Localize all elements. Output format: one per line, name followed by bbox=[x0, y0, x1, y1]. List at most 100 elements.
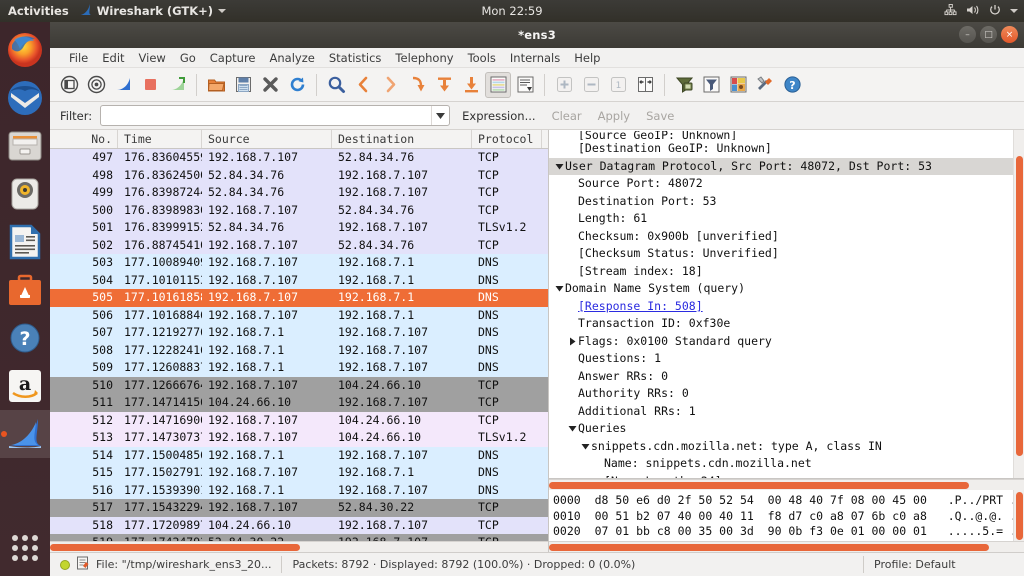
packet-row-515[interactable]: 515 177.15027913 192.168.7.107 192.168.7.1 D… bbox=[50, 464, 548, 482]
capture-filters-icon[interactable] bbox=[671, 72, 697, 98]
detail-row-2[interactable]: User Datagram Protocol, Src Port: 48072,… bbox=[549, 157, 1013, 175]
scrollbar-thumb[interactable] bbox=[549, 482, 969, 489]
detail-row-1[interactable]: [Destination GeoIP: Unknown] bbox=[549, 140, 1013, 158]
activities-button[interactable]: Activities bbox=[0, 4, 79, 18]
autoscroll-icon[interactable] bbox=[512, 72, 538, 98]
packet-bytes-dump[interactable]: 0000 d8 50 e6 d0 2f 50 52 54 00 48 40 7f… bbox=[549, 490, 1013, 541]
window-close-button[interactable]: × bbox=[1001, 26, 1018, 43]
go-first-packet-icon[interactable] bbox=[431, 72, 457, 98]
filter-dropdown-chevron-down-icon[interactable] bbox=[431, 106, 449, 125]
zoom-reset-icon[interactable]: 1 bbox=[605, 72, 631, 98]
scrollbar-thumb[interactable] bbox=[50, 544, 300, 551]
packet-row-508[interactable]: 508 177.12282416 192.168.7.1 192.168.7.107 D… bbox=[50, 341, 548, 359]
menu-analyze[interactable]: Analyze bbox=[263, 49, 322, 67]
menu-statistics[interactable]: Statistics bbox=[322, 49, 389, 67]
packet-row-516[interactable]: 516 177.15393901 192.168.7.1 192.168.7.107 D… bbox=[50, 481, 548, 499]
scrollbar-thumb[interactable] bbox=[549, 544, 989, 551]
packet-row-510[interactable]: 510 177.12666764 192.168.7.107 104.24.66.10… bbox=[50, 376, 548, 394]
packet-bytes-horizontal-scrollbar[interactable] bbox=[549, 541, 1024, 552]
detail-row-17[interactable]: Queries bbox=[549, 420, 1013, 438]
menu-go[interactable]: Go bbox=[173, 49, 203, 67]
detail-row-5[interactable]: Length: 61 bbox=[549, 210, 1013, 228]
coloring-rules-icon[interactable] bbox=[725, 72, 751, 98]
packet-row-509[interactable]: 509 177.12608837 192.168.7.1 192.168.7.107 D… bbox=[50, 359, 548, 377]
launcher-item-firefox[interactable] bbox=[0, 26, 50, 74]
packet-row-511[interactable]: 511 177.14714156 104.24.66.10 192.168.7.107… bbox=[50, 394, 548, 412]
packet-row-504[interactable]: 504 177.10101153 192.168.7.107 192.168.7.1 D… bbox=[50, 271, 548, 289]
packet-row-497[interactable]: 497 176.83604559 192.168.7.107 52.84.34.76 T… bbox=[50, 149, 548, 167]
go-forward-icon[interactable] bbox=[377, 72, 403, 98]
zoom-in-icon[interactable] bbox=[551, 72, 577, 98]
column-header-destination[interactable]: Destination bbox=[332, 130, 472, 148]
capture-options-icon[interactable] bbox=[83, 72, 109, 98]
expert-info-led-icon[interactable] bbox=[60, 559, 70, 570]
packet-row-506[interactable]: 506 177.10168846 192.168.7.107 192.168.7.1 D… bbox=[50, 306, 548, 324]
volume-icon[interactable] bbox=[966, 4, 980, 19]
window-maximize-button[interactable]: □ bbox=[980, 26, 997, 43]
filter-input-wrapper[interactable] bbox=[100, 105, 451, 126]
packet-row-501[interactable]: 501 176.83999152 52.84.34.76 192.168.7.107 T… bbox=[50, 219, 548, 237]
open-file-icon[interactable] bbox=[203, 72, 229, 98]
close-file-icon[interactable] bbox=[257, 72, 283, 98]
detail-row-8[interactable]: [Stream index: 18] bbox=[549, 263, 1013, 281]
restart-capture-icon[interactable] bbox=[164, 72, 190, 98]
launcher-item-files[interactable] bbox=[0, 122, 50, 170]
packet-row-500[interactable]: 500 176.83989830 192.168.7.107 52.84.34.76 T… bbox=[50, 201, 548, 219]
scrollbar-thumb[interactable] bbox=[1016, 156, 1023, 456]
resize-columns-icon[interactable] bbox=[632, 72, 658, 98]
preferences-icon[interactable] bbox=[752, 72, 778, 98]
stop-capture-icon[interactable] bbox=[137, 72, 163, 98]
packet-row-513[interactable]: 513 177.14730737 192.168.7.107 104.24.66.10… bbox=[50, 429, 548, 447]
menu-tools[interactable]: Tools bbox=[461, 49, 503, 67]
filter-expression-button[interactable]: Expression... bbox=[458, 109, 539, 123]
launcher-item-wireshark[interactable] bbox=[0, 410, 50, 458]
filter-save-button[interactable]: Save bbox=[642, 109, 678, 123]
detail-row-9[interactable]: Domain Name System (query) bbox=[549, 280, 1013, 298]
menu-help[interactable]: Help bbox=[567, 49, 607, 67]
help-toolbar-icon[interactable]: ? bbox=[779, 72, 805, 98]
menu-internals[interactable]: Internals bbox=[503, 49, 567, 67]
column-header-no[interactable]: No. bbox=[50, 130, 118, 148]
detail-row-19[interactable]: Name: snippets.cdn.mozilla.net bbox=[549, 455, 1013, 473]
packet-details-tree[interactable]: [Source GeoIP: Unknown] [Destination GeoI… bbox=[549, 130, 1013, 478]
launcher-item-amazon[interactable]: a bbox=[0, 362, 50, 410]
detail-row-4[interactable]: Destination Port: 53 bbox=[549, 193, 1013, 211]
detail-row-7[interactable]: [Checksum Status: Unverified] bbox=[549, 245, 1013, 263]
filter-input[interactable] bbox=[101, 106, 432, 125]
tray-chevron-down-icon[interactable] bbox=[1010, 9, 1018, 13]
detail-row-14[interactable]: Answer RRs: 0 bbox=[549, 368, 1013, 386]
menu-telephony[interactable]: Telephony bbox=[388, 49, 460, 67]
save-file-icon[interactable] bbox=[230, 72, 256, 98]
statusbar-profile-segment[interactable]: Profile: Default bbox=[864, 553, 1024, 576]
twisty-expanded-icon[interactable] bbox=[566, 424, 578, 433]
reload-file-icon[interactable] bbox=[284, 72, 310, 98]
go-back-icon[interactable] bbox=[350, 72, 376, 98]
show-applications-button[interactable] bbox=[0, 528, 50, 568]
packet-list-horizontal-scrollbar[interactable] bbox=[50, 541, 548, 552]
twisty-expanded-icon[interactable] bbox=[553, 162, 565, 171]
menu-file[interactable]: File bbox=[62, 49, 95, 67]
launcher-item-ubuntu-software[interactable] bbox=[0, 266, 50, 314]
detail-row-11[interactable]: Transaction ID: 0xf30e bbox=[549, 315, 1013, 333]
column-header-protocol[interactable]: Protocol bbox=[472, 130, 542, 148]
launcher-item-thunderbird[interactable] bbox=[0, 74, 50, 122]
packet-row-518[interactable]: 518 177.17209897 104.24.66.10 192.168.7.107… bbox=[50, 516, 548, 534]
packet-row-502[interactable]: 502 176.88745410 192.168.7.107 52.84.34.76 T… bbox=[50, 236, 548, 254]
launcher-item-help[interactable]: ? bbox=[0, 314, 50, 362]
packet-row-517[interactable]: 517 177.15432294 192.168.7.107 52.84.30.22 T… bbox=[50, 499, 548, 517]
start-capture-icon[interactable] bbox=[110, 72, 136, 98]
packet-row-503[interactable]: 503 177.10089409 192.168.7.107 192.168.7.1 D… bbox=[50, 254, 548, 272]
app-menu-button[interactable]: Wireshark (GTK+) bbox=[79, 3, 227, 19]
twisty-expanded-icon[interactable] bbox=[579, 442, 591, 451]
detail-row-12[interactable]: Flags: 0x0100 Standard query bbox=[549, 333, 1013, 351]
detail-row-20[interactable]: [Name Length: 24] bbox=[549, 473, 1013, 479]
hex-row-0020[interactable]: 0020 07 01 bb c8 00 35 00 3d 90 0b f3 0e… bbox=[553, 524, 1013, 540]
packet-row-498[interactable]: 498 176.83624500 52.84.34.76 192.168.7.107 T… bbox=[50, 166, 548, 184]
hex-row-0010[interactable]: 0010 00 51 b2 07 40 00 40 11 f8 d7 c0 a8… bbox=[553, 509, 1013, 525]
packet-bytes-vertical-scrollbar[interactable] bbox=[1013, 490, 1024, 541]
filter-apply-button[interactable]: Apply bbox=[594, 109, 634, 123]
detail-row-15[interactable]: Authority RRs: 0 bbox=[549, 385, 1013, 403]
colorize-icon[interactable] bbox=[485, 71, 511, 98]
detail-row-6[interactable]: Checksum: 0x900b [unverified] bbox=[549, 228, 1013, 246]
packet-row-507[interactable]: 507 177.12192776 192.168.7.1 192.168.7.107 D… bbox=[50, 324, 548, 342]
